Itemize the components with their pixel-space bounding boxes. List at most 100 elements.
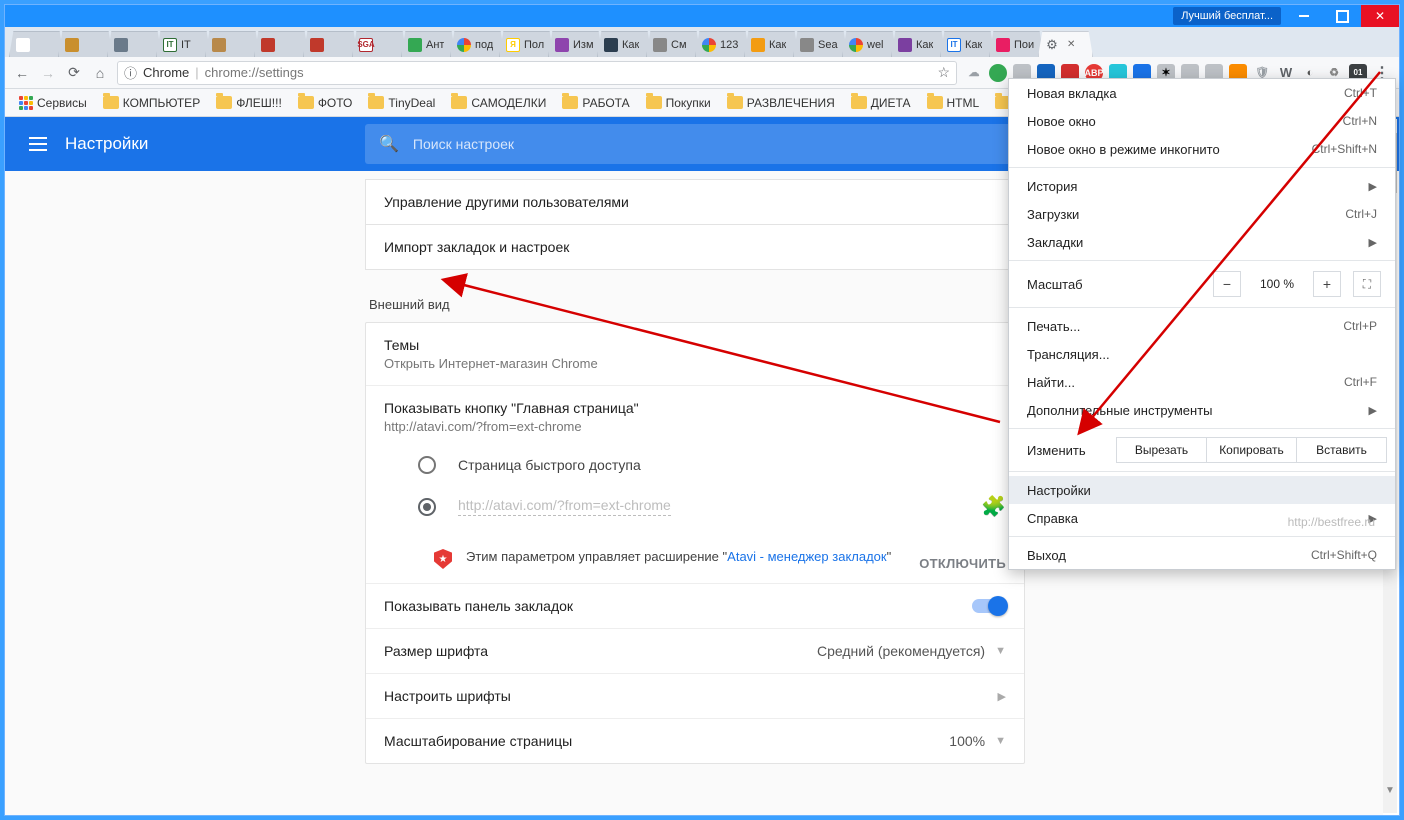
maximize-button[interactable] bbox=[1323, 5, 1361, 27]
menu-downloads[interactable]: ЗагрузкиCtrl+J bbox=[1009, 200, 1395, 228]
menu-cut[interactable]: Вырезать bbox=[1116, 437, 1207, 463]
themes-row[interactable]: Темы Открыть Интернет-магазин Chrome bbox=[366, 323, 1024, 386]
menu-new-tab[interactable]: Новая вкладкаCtrl+T bbox=[1009, 79, 1395, 107]
font-size-row[interactable]: Размер шрифта Средний (рекомендуется)▼ bbox=[366, 629, 1024, 674]
bookmark-folder[interactable]: ФОТО bbox=[292, 94, 359, 112]
browser-tab[interactable] bbox=[303, 31, 358, 57]
close-window-button[interactable] bbox=[1361, 5, 1399, 27]
browser-tab[interactable]: Как bbox=[597, 31, 652, 57]
bookmark-folder[interactable]: HTML bbox=[921, 94, 986, 112]
menu-settings[interactable]: Настройки bbox=[1009, 476, 1395, 504]
browser-tab[interactable]: Изм bbox=[548, 31, 603, 57]
menu-print[interactable]: Печать...Ctrl+P bbox=[1009, 312, 1395, 340]
apps-label: Сервисы bbox=[37, 96, 87, 110]
radio-icon bbox=[418, 456, 436, 474]
chevron-down-icon: ▼ bbox=[995, 735, 1006, 747]
menu-history[interactable]: История▶ bbox=[1009, 172, 1395, 200]
shield-icon bbox=[434, 549, 452, 569]
browser-tab[interactable]: ⚙✕ bbox=[1038, 31, 1093, 57]
menu-paste[interactable]: Вставить bbox=[1296, 437, 1387, 463]
menu-icon[interactable] bbox=[29, 137, 47, 151]
zoom-value: 100 % bbox=[1253, 277, 1301, 291]
page-zoom-label: Масштабирование страницы bbox=[384, 733, 572, 749]
minimize-button[interactable] bbox=[1285, 5, 1323, 27]
menu-exit[interactable]: ВыходCtrl+Shift+Q bbox=[1009, 541, 1395, 569]
menu-find[interactable]: Найти...Ctrl+F bbox=[1009, 368, 1395, 396]
browser-tab[interactable] bbox=[107, 31, 162, 57]
menu-more-tools[interactable]: Дополнительные инструменты▶ bbox=[1009, 396, 1395, 424]
omnibox[interactable]: ⓘ Chrome | chrome://settings ☆ bbox=[117, 61, 957, 85]
browser-tab[interactable]: ITIT bbox=[156, 31, 211, 57]
font-size-label: Размер шрифта bbox=[384, 643, 488, 659]
settings-search[interactable]: 🔍 Поиск настроек bbox=[365, 124, 1025, 164]
apps-shortcut[interactable]: Сервисы bbox=[13, 94, 93, 112]
ext-link[interactable]: Atavi - менеджер закладок bbox=[727, 549, 886, 564]
customize-fonts-row[interactable]: Настроить шрифты ▶ bbox=[366, 674, 1024, 719]
browser-tab[interactable]: Ант bbox=[401, 31, 456, 57]
bookmark-folder[interactable]: РАБОТА bbox=[556, 94, 635, 112]
browser-tab[interactable]: Пои bbox=[989, 31, 1044, 57]
settings-title: Настройки bbox=[65, 134, 148, 154]
fullscreen-button[interactable]: ⛶ bbox=[1353, 271, 1381, 297]
forward-button[interactable]: → bbox=[39, 64, 57, 82]
menu-new-window[interactable]: Новое окноCtrl+N bbox=[1009, 107, 1395, 135]
bookmark-folder[interactable]: Покупки bbox=[640, 94, 717, 112]
menu-cast[interactable]: Трансляция... bbox=[1009, 340, 1395, 368]
appearance-section-label: Внешний вид bbox=[369, 297, 1025, 312]
manage-users-row[interactable]: Управление другими пользователями bbox=[365, 179, 1025, 225]
back-button[interactable]: ← bbox=[13, 64, 31, 82]
browser-tab[interactable] bbox=[9, 31, 64, 57]
browser-tab[interactable]: SGA bbox=[352, 31, 407, 57]
bookmark-folder[interactable]: ДИЕТА bbox=[845, 94, 917, 112]
ext-icon[interactable] bbox=[989, 64, 1007, 82]
watermark: http://bestfree.ru bbox=[1288, 515, 1375, 529]
menu-incognito[interactable]: Новое окно в режиме инкогнитоCtrl+Shift+… bbox=[1009, 135, 1395, 163]
browser-tab[interactable]: ЯПол bbox=[499, 31, 554, 57]
bookmark-folder[interactable]: РАЗВЛЕЧЕНИЯ bbox=[721, 94, 841, 112]
zoom-in-button[interactable]: + bbox=[1313, 271, 1341, 297]
chevron-right-icon: ▶ bbox=[998, 690, 1006, 703]
bookmark-folder[interactable]: КОМПЬЮТЕР bbox=[97, 94, 206, 112]
home-button[interactable]: ⌂ bbox=[91, 64, 109, 82]
site-info-icon[interactable]: ⓘ bbox=[124, 63, 137, 82]
extension-notice: Этим параметром управляет расширение "At… bbox=[366, 543, 909, 583]
browser-tab[interactable] bbox=[58, 31, 113, 57]
ext-icon[interactable]: ☁ bbox=[965, 64, 983, 82]
menu-edit-row: Изменить Вырезать Копировать Вставить bbox=[1009, 433, 1395, 467]
scroll-corner bbox=[1383, 799, 1397, 813]
radio-ntp[interactable]: Страница быстрого доступа bbox=[384, 446, 1006, 484]
toggle-on[interactable] bbox=[972, 599, 1006, 613]
browser-tab[interactable]: См bbox=[646, 31, 701, 57]
menu-zoom: Масштаб − 100 % + ⛶ bbox=[1009, 265, 1395, 303]
apps-icon bbox=[19, 96, 33, 110]
radio-icon bbox=[418, 498, 436, 516]
show-bookmarks-row[interactable]: Показывать панель закладок bbox=[366, 584, 1024, 629]
browser-tab[interactable]: 123 bbox=[695, 31, 750, 57]
browser-tab[interactable]: ITКак bbox=[940, 31, 995, 57]
import-bookmarks-row[interactable]: Импорт закладок и настроек bbox=[365, 224, 1025, 270]
menu-bookmarks[interactable]: Закладки▶ bbox=[1009, 228, 1395, 256]
bookmark-star-icon[interactable]: ☆ bbox=[937, 64, 950, 81]
radio-ntp-label: Страница быстрого доступа bbox=[458, 457, 641, 473]
custom-url-input[interactable]: http://atavi.com/?from=ext-chrome bbox=[458, 497, 671, 516]
browser-tab[interactable]: Как bbox=[891, 31, 946, 57]
ext-note-text-2: " bbox=[887, 549, 892, 564]
customize-fonts-label: Настроить шрифты bbox=[384, 688, 511, 704]
search-placeholder: Поиск настроек bbox=[413, 136, 514, 152]
menu-copy[interactable]: Копировать bbox=[1206, 437, 1297, 463]
title-badge: Лучший бесплат... bbox=[1173, 7, 1281, 25]
zoom-out-button[interactable]: − bbox=[1213, 271, 1241, 297]
browser-tab[interactable] bbox=[254, 31, 309, 57]
bookmark-folder[interactable]: ФЛЕШ!!! bbox=[210, 94, 288, 112]
page-zoom-row[interactable]: Масштабирование страницы 100%▼ bbox=[366, 719, 1024, 763]
browser-tab[interactable]: Как bbox=[744, 31, 799, 57]
reload-button[interactable]: ⟳ bbox=[65, 64, 83, 82]
browser-tab[interactable]: под bbox=[450, 31, 505, 57]
window-titlebar: Лучший бесплат... bbox=[5, 5, 1399, 27]
radio-custom-url[interactable]: http://atavi.com/?from=ext-chrome 🧩 bbox=[384, 484, 1006, 529]
bookmark-folder[interactable]: САМОДЕЛКИ bbox=[445, 94, 552, 112]
browser-tab[interactable] bbox=[205, 31, 260, 57]
bookmark-folder[interactable]: TinyDeal bbox=[362, 94, 441, 112]
browser-tab[interactable]: Sea bbox=[793, 31, 848, 57]
browser-tab[interactable]: wel bbox=[842, 31, 897, 57]
